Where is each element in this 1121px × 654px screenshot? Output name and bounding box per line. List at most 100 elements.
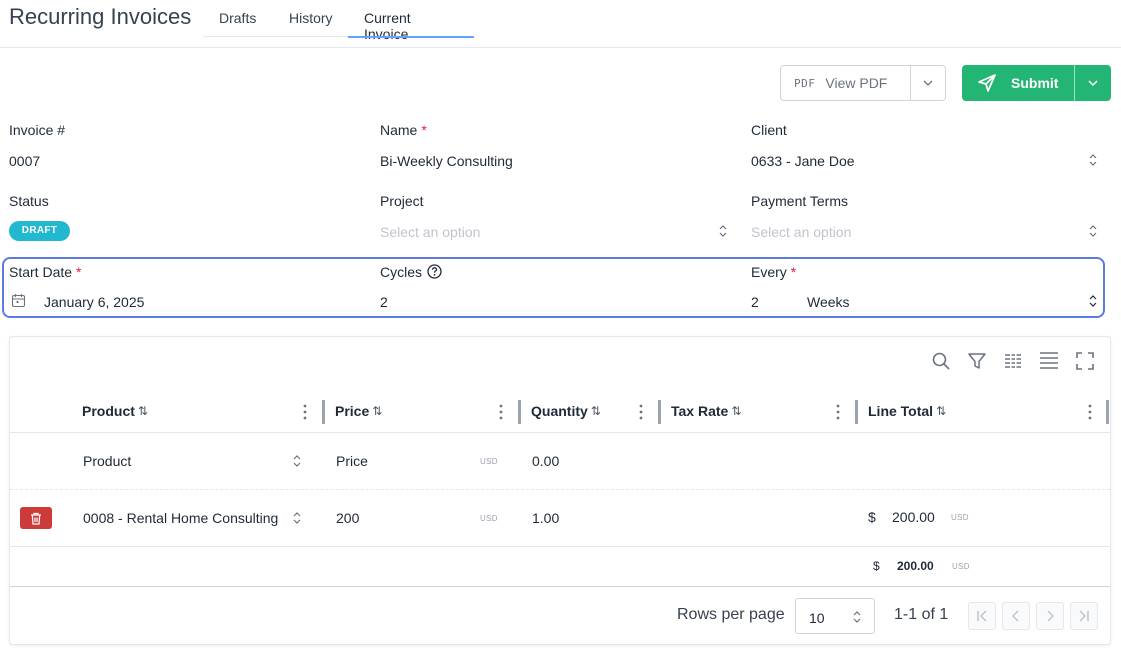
column-menu-icon[interactable] (636, 403, 646, 421)
column-header-tax-rate-label: Tax Rate (671, 403, 729, 419)
client-select[interactable]: 0633 - Jane Doe (751, 153, 1101, 169)
density-icon[interactable] (1039, 351, 1059, 371)
new-quantity-input[interactable]: 0.00 (532, 453, 559, 469)
submit-label: Submit (1011, 75, 1059, 91)
project-select[interactable]: Select an option (380, 224, 730, 240)
columns-icon[interactable] (1003, 351, 1023, 371)
rows-per-page-select[interactable]: 10 (795, 598, 875, 634)
start-date-input[interactable]: January 6, 2025 (44, 294, 144, 310)
updown-icon (719, 225, 727, 237)
rows-per-page-label: Rows per page (677, 606, 785, 623)
client-select-value: 0633 - Jane Doe (751, 153, 855, 169)
invoice-number-value[interactable]: 0007 (9, 153, 40, 169)
required-marker: * (76, 264, 82, 280)
rows-per-page-value: 10 (809, 610, 825, 626)
calendar-icon[interactable] (11, 293, 26, 308)
next-page-icon (1047, 610, 1055, 622)
column-menu-icon[interactable] (833, 403, 843, 421)
price-input[interactable]: 200 (336, 510, 359, 526)
fullscreen-icon[interactable] (1075, 351, 1095, 371)
first-page-button[interactable] (968, 602, 996, 630)
search-icon[interactable] (931, 351, 951, 371)
quantity-input[interactable]: 1.00 (532, 510, 559, 526)
every-label: Every * (751, 264, 796, 280)
tab-drafts[interactable]: Drafts (203, 0, 273, 37)
last-page-button[interactable] (1070, 602, 1098, 630)
currency-unit: USD (480, 514, 498, 523)
row-divider (10, 546, 1110, 547)
updown-icon (1089, 225, 1097, 237)
pagination-range: 1-1 of 1 (894, 606, 949, 623)
column-resize-handle[interactable] (855, 400, 858, 424)
page-title: Recurring Invoices (9, 4, 192, 29)
new-product-select[interactable]: Product (83, 453, 303, 469)
every-number-input[interactable]: 2 (751, 294, 759, 310)
every-label-text: Every (751, 264, 787, 280)
header-divider (10, 432, 1110, 433)
name-field[interactable]: Bi-Weekly Consulting (380, 153, 513, 169)
first-page-icon (977, 610, 987, 622)
sort-icon[interactable]: ⇅ (731, 404, 741, 418)
column-header-product[interactable]: Product ⇅ (82, 403, 148, 419)
total-value: 200.00 (897, 559, 934, 573)
view-pdf-button[interactable]: PDF View PDF (781, 66, 911, 100)
help-icon[interactable] (427, 264, 442, 279)
column-resize-handle[interactable] (322, 400, 325, 424)
start-date-label: Start Date * (9, 264, 81, 280)
name-label: Name * (380, 122, 427, 138)
client-label: Client (751, 122, 787, 138)
payment-terms-select[interactable]: Select an option (751, 224, 1101, 240)
prev-page-icon (1011, 610, 1019, 622)
sort-icon[interactable]: ⇅ (138, 404, 148, 418)
delete-row-button[interactable] (20, 507, 52, 529)
payment-terms-label: Payment Terms (751, 193, 848, 209)
cycles-input[interactable]: 2 (380, 294, 388, 310)
submit-button-group: Submit (962, 65, 1111, 101)
every-unit-select[interactable]: Weeks (807, 294, 1102, 310)
view-pdf-dropdown-button[interactable] (911, 66, 945, 100)
send-icon (978, 74, 996, 92)
line-total-value: 200.00 (892, 509, 935, 525)
column-menu-icon[interactable] (300, 403, 310, 421)
next-page-button[interactable] (1036, 602, 1064, 630)
new-price-input[interactable]: Price (336, 453, 496, 469)
required-marker: * (790, 264, 797, 280)
column-menu-icon[interactable] (1085, 403, 1095, 421)
updown-icon (1089, 295, 1097, 307)
column-header-price-label: Price (335, 403, 370, 419)
product-select[interactable]: 0008 - Rental Home Consulting (83, 510, 278, 526)
sort-icon[interactable]: ⇅ (591, 404, 601, 418)
column-resize-handle[interactable] (1106, 400, 1109, 424)
column-resize-handle[interactable] (658, 400, 661, 424)
last-page-icon (1079, 610, 1089, 622)
column-header-quantity[interactable]: Quantity ⇅ (531, 403, 601, 419)
tab-history[interactable]: History (273, 0, 348, 37)
column-header-line-total[interactable]: Line Total ⇅ (868, 403, 946, 419)
filter-icon[interactable] (967, 351, 987, 371)
submit-dropdown-button[interactable] (1075, 65, 1111, 101)
name-label-text: Name (380, 122, 418, 138)
submit-button[interactable]: Submit (962, 65, 1075, 101)
tab-bar: Drafts History Current Invoice (203, 0, 474, 42)
pdf-icon: PDF (794, 76, 816, 90)
cycles-label: Cycles (380, 264, 423, 280)
view-pdf-button-group: PDF View PDF (780, 65, 946, 101)
total-currency-symbol: $ (873, 559, 880, 573)
column-header-product-label: Product (82, 403, 135, 419)
page-header: Recurring Invoices Drafts History Curren… (0, 0, 1121, 48)
updown-icon (1089, 154, 1097, 166)
updown-icon (293, 512, 301, 524)
column-header-price[interactable]: Price ⇅ (335, 403, 382, 419)
sort-icon[interactable]: ⇅ (372, 404, 382, 418)
invoice-number-label: Invoice # (9, 122, 66, 138)
updown-icon (293, 455, 301, 467)
sort-icon[interactable]: ⇅ (936, 404, 946, 418)
tab-current-invoice[interactable]: Current Invoice (348, 0, 474, 42)
previous-page-button[interactable] (1002, 602, 1030, 630)
column-resize-handle[interactable] (518, 400, 521, 424)
column-header-tax-rate[interactable]: Tax Rate ⇅ (671, 403, 741, 419)
view-pdf-label: View PDF (825, 75, 888, 91)
required-marker: * (421, 122, 427, 138)
column-menu-icon[interactable] (496, 403, 506, 421)
status-badge: DRAFT (9, 221, 70, 241)
